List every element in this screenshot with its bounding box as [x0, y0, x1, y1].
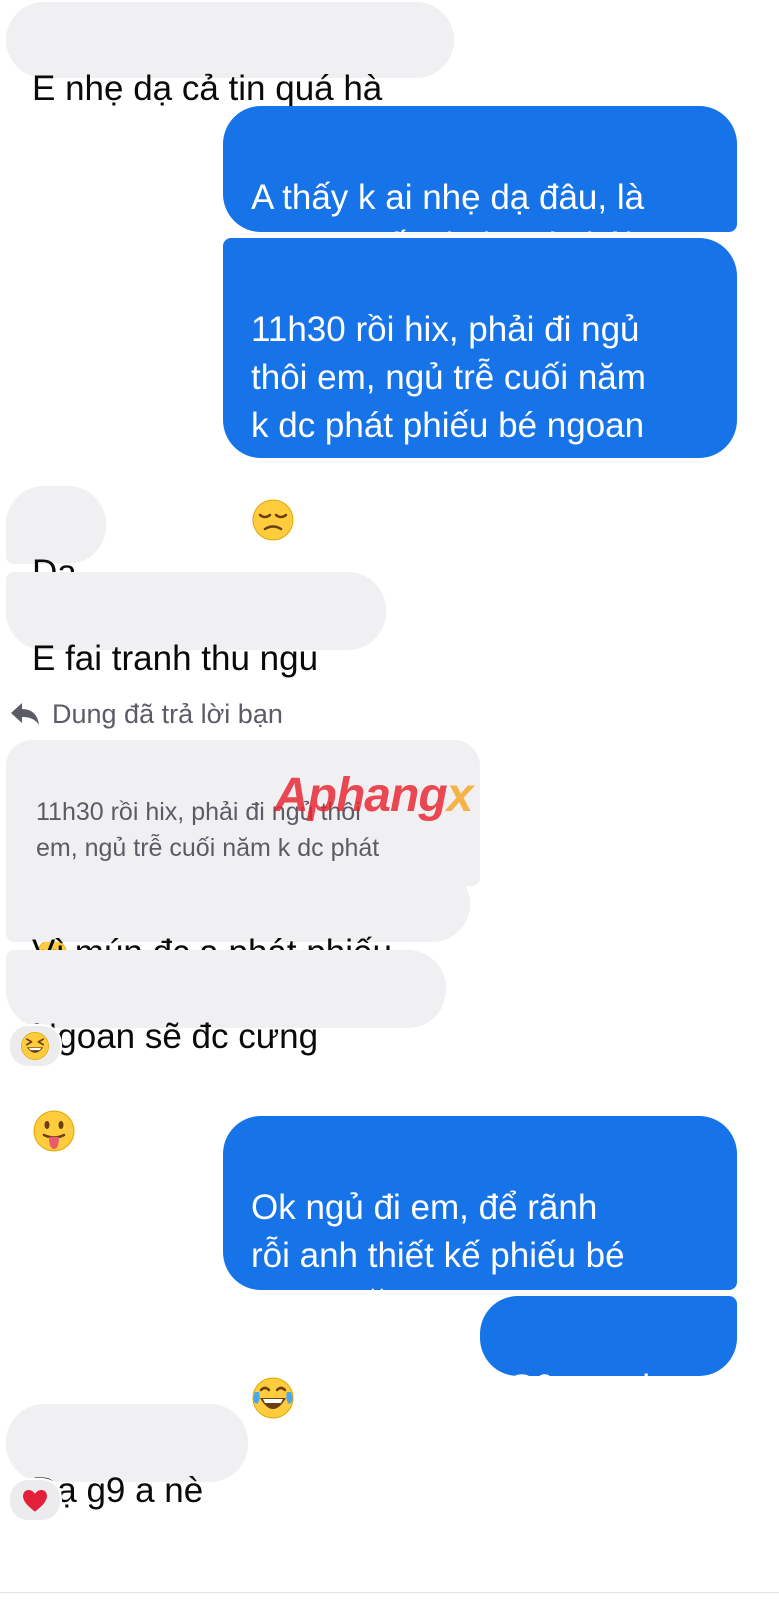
message-text: G9 em nha.: [508, 1368, 691, 1407]
reply-arrow-icon: [11, 703, 39, 725]
message-incoming[interactable]: Dạ: [6, 486, 106, 592]
reply-label: Dung đã trả lời bạn: [52, 698, 283, 729]
message-outgoing[interactable]: G9 em nha.: [480, 1296, 737, 1407]
face-with-tears-of-joy-icon: [251, 1381, 295, 1420]
reply-indicator: Dung đã trả lời bạn: [10, 694, 283, 734]
message-incoming[interactable]: E nhẹ dạ cả tin quá hà: [6, 2, 454, 108]
message-incoming[interactable]: Dạ g9 a nè: [6, 1404, 248, 1510]
message-outgoing[interactable]: 11h30 rồi hix, phải đi ngủ thôi em, ngủ …: [223, 238, 737, 458]
disappointed-face-icon: [251, 450, 709, 496]
watermark-logo: Aphangx: [274, 769, 473, 822]
message-text: E fai tranh thu ngu: [32, 639, 319, 678]
face-with-tongue-icon: [32, 1114, 76, 1153]
grinning-squinting-face-icon: [20, 1031, 50, 1061]
message-text: E nhẹ dạ cả tin quá hà: [32, 69, 383, 108]
message-incoming[interactable]: Vì mún đc a phát phiếu: [6, 866, 470, 972]
message-outgoing[interactable]: Ok ngủ đi em, để rãnh rỗi anh thiết kế p…: [223, 1116, 737, 1290]
message-reaction[interactable]: [8, 1478, 62, 1522]
red-heart-icon: [20, 1485, 50, 1515]
divider: [0, 1592, 779, 1593]
message-text: 11h30 rồi hix, phải đi ngủ thôi em, ngủ …: [251, 310, 646, 445]
message-outgoing[interactable]: A thấy k ai nhẹ dạ đâu, là ng ta muốn ti…: [223, 106, 737, 265]
message-incoming[interactable]: E fai tranh thu ngu: [6, 572, 386, 678]
message-text: Ngoan sẽ đc cưng: [32, 1017, 319, 1056]
message-reaction[interactable]: [8, 1024, 62, 1068]
message-incoming[interactable]: Ngoan sẽ đc cưng: [6, 950, 446, 1028]
